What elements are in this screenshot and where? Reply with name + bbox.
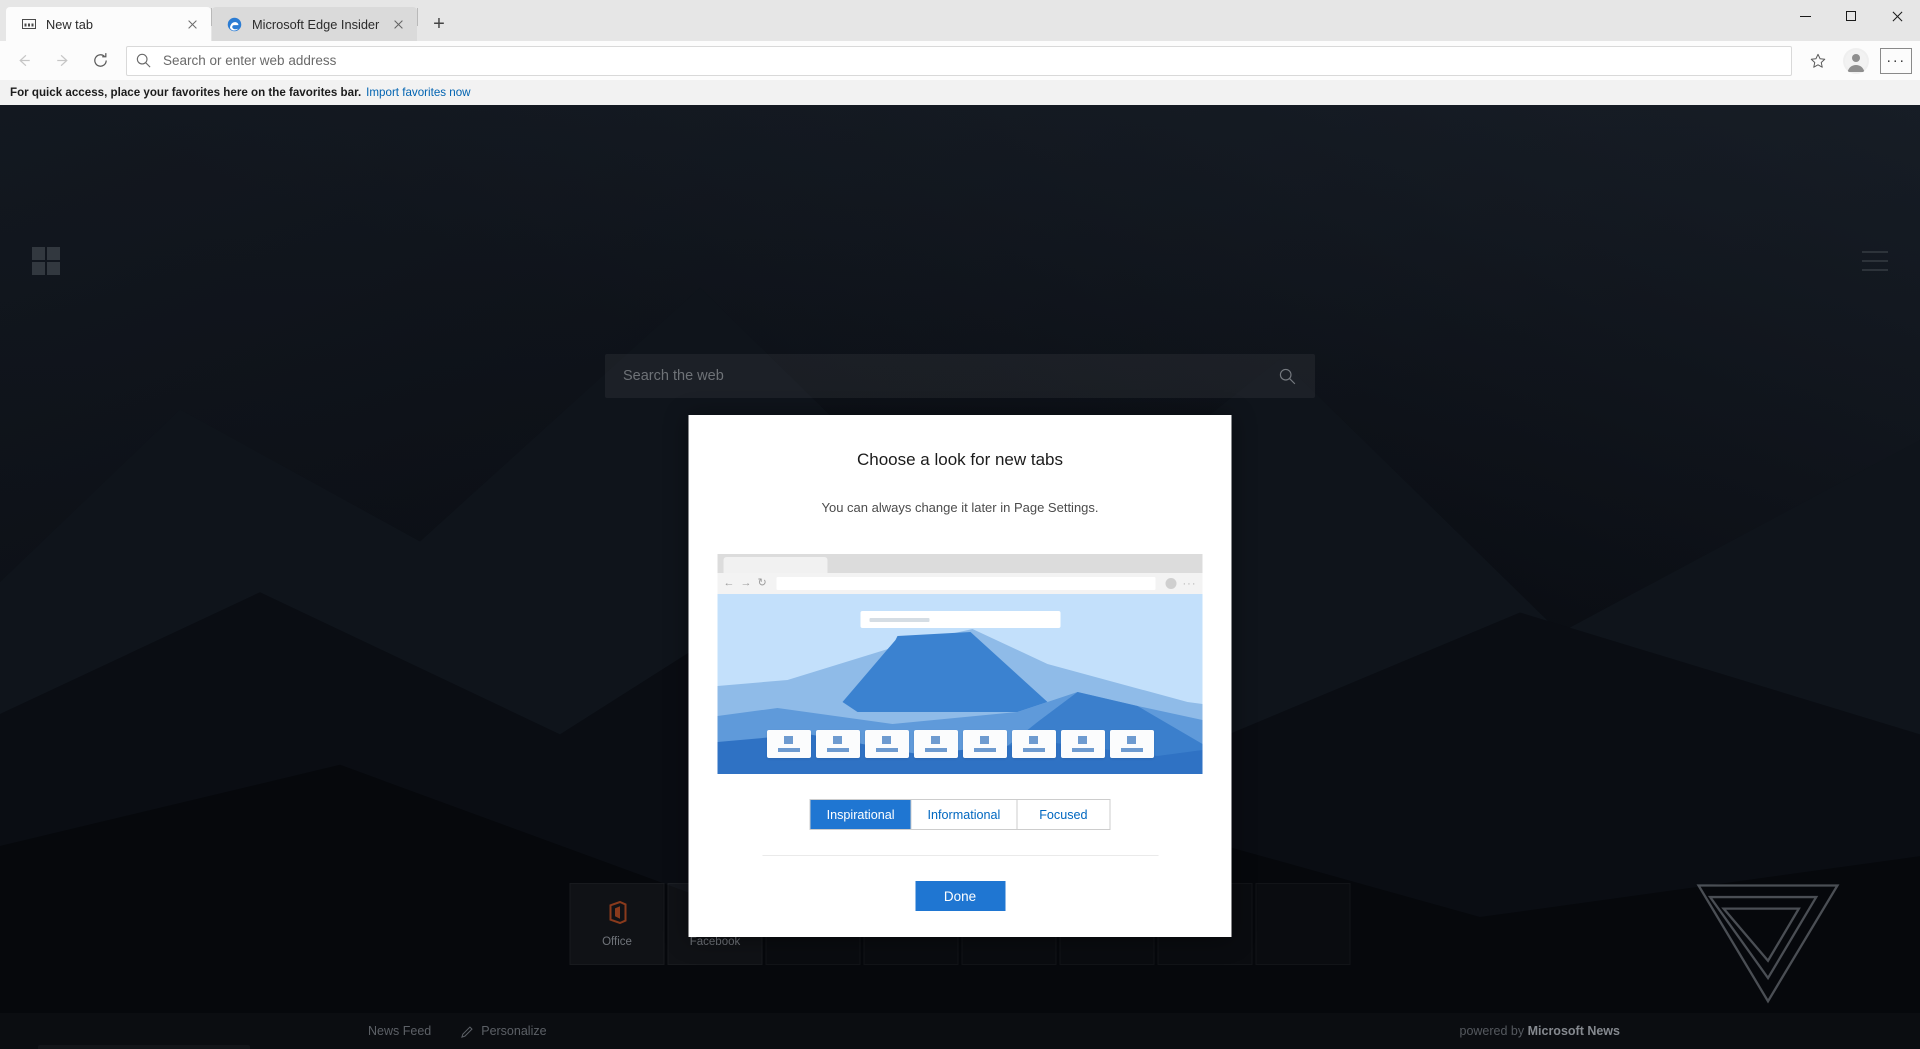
address-bar[interactable]: Search or enter web address <box>126 45 1792 76</box>
preview-tile <box>913 730 958 758</box>
avatar-icon <box>1845 49 1867 72</box>
newtab-icon <box>20 16 37 33</box>
look-option-inspirational[interactable]: Inspirational <box>810 800 912 829</box>
back-arrow-icon <box>18 54 30 67</box>
back-button[interactable] <box>6 45 42 77</box>
close-window-button[interactable] <box>1874 0 1920 32</box>
maximize-button[interactable] <box>1828 0 1874 32</box>
preview-tile <box>1109 730 1154 758</box>
avatar <box>1843 47 1869 74</box>
tab-strip: New tab Microsoft Edge Insider + <box>0 0 456 41</box>
preview-tile <box>815 730 860 758</box>
refresh-icon: ↻ <box>757 577 767 589</box>
settings-and-more-button[interactable]: ··· <box>1880 47 1912 74</box>
preview-avatar-icon <box>1165 578 1177 589</box>
dialog-divider <box>762 855 1158 856</box>
close-icon[interactable] <box>184 16 201 33</box>
window-controls <box>1782 0 1920 32</box>
refresh-button[interactable] <box>82 45 118 77</box>
preview-search-placeholder <box>869 617 929 622</box>
tab-title: Microsoft Edge Insider <box>252 16 380 32</box>
browser-window: New tab Microsoft Edge Insider + Search … <box>0 0 1920 1049</box>
favorites-bar-message: For quick access, place your favorites h… <box>10 86 362 99</box>
preview-tile <box>962 730 1007 758</box>
preview-tile <box>1011 730 1056 758</box>
done-button[interactable]: Done <box>915 881 1005 911</box>
look-option-focused[interactable]: Focused <box>1017 800 1110 829</box>
preview-address-bar <box>776 577 1156 590</box>
edge-icon <box>226 16 243 33</box>
new-tab-preview: ← → ↻ ··· <box>717 554 1203 774</box>
title-bar: New tab Microsoft Edge Insider + <box>0 0 1920 41</box>
minimize-button[interactable] <box>1782 0 1828 32</box>
refresh-icon <box>93 53 107 67</box>
star-icon <box>1810 53 1826 68</box>
maximize-icon <box>1846 11 1856 21</box>
close-icon <box>1891 10 1903 22</box>
search-icon <box>136 53 151 68</box>
preview-more-icon: ··· <box>1182 577 1197 590</box>
browser-tab-edge-insider[interactable]: Microsoft Edge Insider <box>212 7 417 41</box>
minimize-icon <box>1799 15 1811 17</box>
favorites-bar: For quick access, place your favorites h… <box>0 80 1920 105</box>
dialog-subtitle: You can always change it later in Page S… <box>821 500 1099 515</box>
browser-tab-new-tab[interactable]: New tab <box>6 7 211 41</box>
new-tab-page: Search the web Office Facebook News Feed… <box>0 105 1920 1049</box>
tab-divider <box>417 7 418 26</box>
toolbar-right-actions: ··· <box>1800 45 1912 77</box>
look-option-informational[interactable]: Informational <box>911 800 1018 829</box>
address-input[interactable]: Search or enter web address <box>163 53 1783 68</box>
new-tab-button[interactable]: + <box>422 7 456 41</box>
preview-tiles <box>766 730 1154 758</box>
profile-button[interactable] <box>1838 45 1874 77</box>
preview-tab-strip <box>717 554 1203 573</box>
preview-tab <box>723 557 828 573</box>
preview-tile <box>1060 730 1105 758</box>
favorite-button[interactable] <box>1800 45 1836 77</box>
back-arrow-icon: ← <box>723 577 735 589</box>
look-options-group: Inspirational Informational Focused <box>809 799 1111 830</box>
navigation-toolbar: Search or enter web address ··· <box>0 41 1920 80</box>
preview-canvas <box>717 594 1203 774</box>
close-icon[interactable] <box>390 16 407 33</box>
forward-button[interactable] <box>44 45 80 77</box>
preview-toolbar: ← → ↻ ··· <box>717 573 1203 594</box>
choose-look-dialog: Choose a look for new tabs You can alway… <box>688 415 1232 937</box>
preview-search-box <box>860 611 1060 628</box>
forward-arrow-icon <box>56 54 68 67</box>
preview-tile <box>864 730 909 758</box>
import-favorites-link[interactable]: Import favorites now <box>366 86 470 99</box>
tab-title: New tab <box>46 16 93 32</box>
dialog-title: Choose a look for new tabs <box>856 450 1063 469</box>
preview-tile <box>766 730 811 758</box>
forward-arrow-icon: → <box>740 577 752 589</box>
